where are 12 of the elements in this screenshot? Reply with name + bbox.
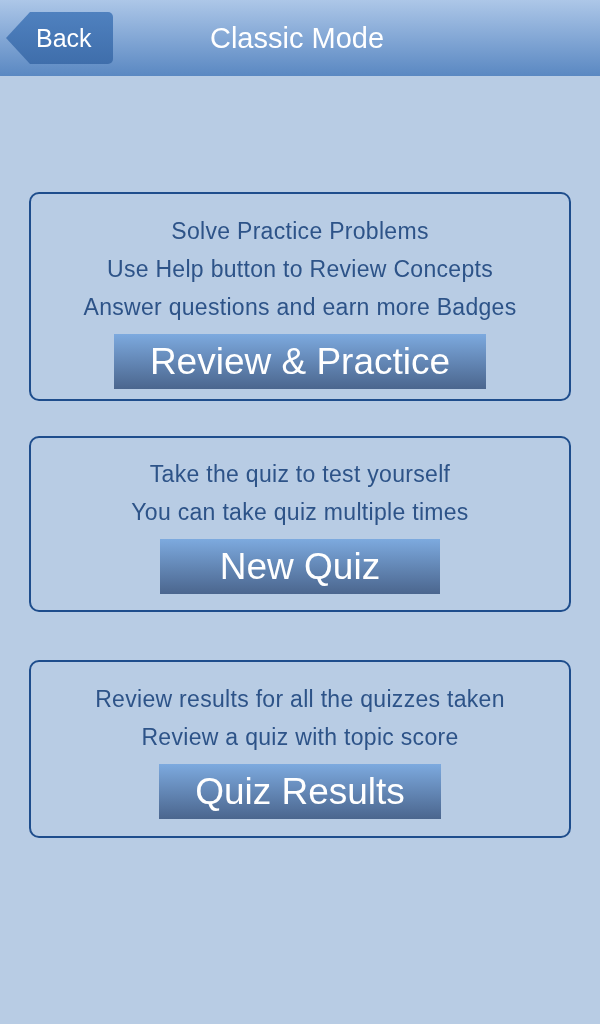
description-text: Use Help button to Review Concepts (106, 255, 494, 284)
description-text: Review a quiz with topic score (141, 723, 459, 752)
action-button[interactable]: New Quiz (160, 539, 440, 594)
description-text: Take the quiz to test yourself (149, 460, 451, 489)
back-button[interactable]: Back (6, 12, 113, 64)
screen-title: Classic Mode (209, 23, 385, 53)
description-text: Answer questions and earn more Badges (83, 293, 517, 322)
action-button[interactable]: Review & Practice (113, 334, 487, 389)
description-text: Review results for all the quizzes taken (95, 685, 505, 714)
description-text: Solve Practice Problems (171, 217, 429, 246)
action-button[interactable]: Quiz Results (159, 764, 441, 819)
description-text: You can take quiz multiple times (131, 498, 469, 527)
